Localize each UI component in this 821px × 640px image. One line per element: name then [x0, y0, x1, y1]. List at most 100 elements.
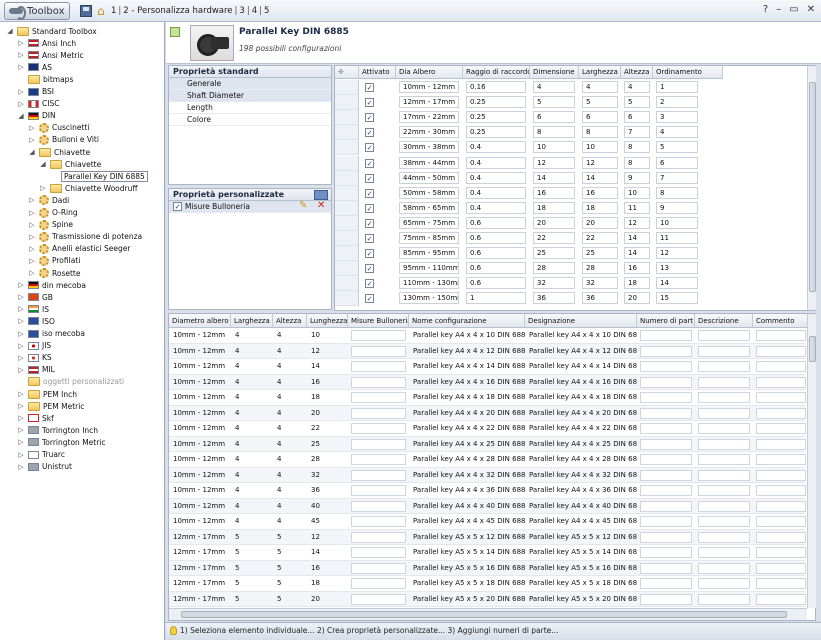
tree-item[interactable]: ▷ Cuscinetti — [28, 122, 89, 134]
config-cell[interactable]: 20 — [624, 292, 650, 305]
tree-item[interactable]: ◢ Chiavette — [28, 146, 90, 158]
config-cell[interactable]: 130mm - 150mm — [399, 292, 459, 305]
editable-cell[interactable] — [351, 376, 406, 388]
tree-toggle-icon[interactable]: ▷ — [17, 390, 25, 398]
editable-cell[interactable] — [351, 392, 406, 403]
config-row[interactable]: ✓ 17mm - 22mm 0.25 6 6 6 3 — [335, 110, 805, 126]
row-selector[interactable] — [335, 170, 359, 186]
standard-property-item[interactable]: Shaft Diameter — [169, 90, 331, 102]
config-cell[interactable]: 1 — [466, 292, 526, 305]
config-cell[interactable]: 10 — [656, 216, 698, 229]
tree-toggle-icon[interactable]: ▷ — [17, 402, 25, 410]
config-cell[interactable]: 0.25 — [466, 111, 526, 124]
editable-cell[interactable] — [640, 516, 692, 527]
results-row[interactable]: 10mm - 12mm 4 4 12 Parallel key A4 x 4 x 12 … — [169, 343, 806, 359]
config-cell[interactable]: 0.25 — [466, 126, 526, 139]
results-row[interactable]: 12mm - 17mm 5 5 14 Parallel key A5 x 5 x 14 … — [169, 545, 806, 561]
config-row[interactable]: ✓ 22mm - 30mm 0.25 8 8 7 4 — [335, 125, 805, 141]
results-row[interactable]: 10mm - 12mm 4 4 36 Parallel key A4 x 4 x 36 … — [169, 483, 806, 499]
config-cell[interactable]: 25 — [533, 247, 575, 260]
editable-cell[interactable] — [351, 330, 406, 341]
save-icon[interactable] — [80, 5, 92, 17]
results-row[interactable]: 12mm - 17mm 5 5 18 Parallel key A5 x 5 x 18 … — [169, 576, 806, 592]
tree-item[interactable]: ▷ Profilati — [28, 255, 80, 267]
editable-cell[interactable] — [698, 330, 750, 341]
config-cell[interactable]: 0.4 — [466, 171, 526, 184]
tree-toggle-icon[interactable]: ▷ — [17, 63, 25, 71]
config-cell[interactable]: 14 — [533, 171, 575, 184]
editable-cell[interactable] — [698, 562, 750, 574]
results-scrollbar[interactable] — [807, 314, 816, 608]
crumb-2[interactable]: 2 - Personalizza hardware — [122, 6, 233, 16]
config-cell[interactable]: 20 — [533, 216, 575, 229]
tree-item[interactable]: ▷ PEM Inch — [17, 388, 77, 400]
config-cell[interactable]: 12 — [582, 156, 618, 169]
config-cell[interactable]: 10 — [624, 186, 650, 199]
config-cell[interactable]: 2 — [656, 96, 698, 109]
editable-cell[interactable] — [756, 593, 806, 605]
config-active-checkbox[interactable]: ✓ — [365, 113, 374, 123]
tree-item[interactable]: ◢ Standard Toolbox — [6, 25, 97, 37]
tree-toggle-icon[interactable]: ▷ — [17, 305, 25, 313]
editable-cell[interactable] — [640, 407, 692, 419]
editable-cell[interactable] — [698, 500, 750, 512]
results-row[interactable]: 12mm - 17mm 5 5 16 Parallel key A5 x 5 x 16 … — [169, 560, 806, 576]
results-row[interactable]: 10mm - 12mm 4 4 16 Parallel key A4 x 4 x 16 … — [169, 374, 806, 390]
tree-toggle-icon[interactable]: ▷ — [17, 438, 25, 446]
editable-cell[interactable] — [698, 376, 750, 388]
tree-item[interactable]: Parallel Key DIN 6885 — [50, 170, 148, 182]
config-cell[interactable]: 6 — [656, 156, 698, 169]
results-row[interactable]: 10mm - 12mm 4 4 45 Parallel key A4 x 4 x 45 … — [169, 514, 806, 530]
tree-item[interactable]: ▷ O-Ring — [28, 207, 78, 219]
config-active-checkbox[interactable]: ✓ — [365, 173, 374, 183]
tree-item[interactable]: ◢ DIN — [17, 110, 55, 122]
config-column-header[interactable]: Raggio di raccordo — [463, 66, 530, 79]
config-column-header[interactable]: Ordinamento — [653, 66, 723, 79]
tree-item[interactable]: ▷ GB — [17, 291, 53, 303]
editable-cell[interactable] — [698, 516, 750, 527]
config-cell[interactable]: 3 — [656, 111, 698, 124]
tree-toggle-icon[interactable]: ▷ — [28, 245, 36, 253]
editable-cell[interactable] — [351, 361, 406, 372]
results-hscroll-thumb[interactable] — [181, 611, 787, 618]
editable-cell[interactable] — [640, 485, 692, 496]
results-row[interactable]: 10mm - 12mm 4 4 14 Parallel key A4 x 4 x 14 … — [169, 359, 806, 375]
editable-cell[interactable] — [756, 469, 806, 481]
config-cell[interactable]: 8 — [624, 141, 650, 154]
editable-cell[interactable] — [756, 376, 806, 388]
tree-item[interactable]: ▷ Ansi Metric — [17, 49, 83, 61]
editable-cell[interactable] — [698, 454, 750, 465]
config-cell[interactable]: 4 — [656, 126, 698, 139]
config-active-checkbox[interactable]: ✓ — [365, 218, 374, 228]
config-cell[interactable]: 0.4 — [466, 186, 526, 199]
tree-toggle-icon[interactable]: ▷ — [17, 463, 25, 471]
custom-property-checkbox[interactable]: ✓ — [173, 202, 182, 211]
editable-cell[interactable] — [698, 578, 750, 589]
editable-cell[interactable] — [640, 593, 692, 605]
config-cell[interactable]: 25 — [582, 247, 618, 260]
config-active-checkbox[interactable]: ✓ — [365, 128, 374, 138]
config-cell[interactable]: 38mm - 44mm — [399, 156, 459, 169]
config-cell[interactable]: 18 — [533, 201, 575, 214]
config-row[interactable]: ✓ 85mm - 95mm 0.6 25 25 14 12 — [335, 246, 805, 262]
config-cell[interactable]: 32 — [533, 277, 575, 290]
config-active-checkbox[interactable]: ✓ — [365, 249, 374, 259]
row-selector[interactable] — [335, 125, 359, 141]
tree-item[interactable]: ◢ Chiavette — [39, 158, 101, 170]
config-cell[interactable]: 32 — [582, 277, 618, 290]
editable-cell[interactable] — [698, 593, 750, 605]
config-cell[interactable]: 0.6 — [466, 232, 526, 244]
tree-item[interactable]: ▷ Unistrut — [17, 461, 72, 473]
config-cell[interactable]: 30mm - 38mm — [399, 141, 459, 154]
editable-cell[interactable] — [756, 454, 806, 465]
config-cell[interactable]: 10 — [582, 141, 618, 154]
editable-cell[interactable] — [756, 562, 806, 574]
tree-item[interactable]: ▷ Torrington Inch — [17, 424, 98, 436]
editable-cell[interactable] — [640, 438, 692, 450]
config-cell[interactable]: 4 — [582, 81, 618, 93]
row-selector[interactable] — [335, 231, 359, 246]
editable-cell[interactable] — [698, 531, 750, 543]
config-cell[interactable]: 0.4 — [466, 156, 526, 169]
config-cell[interactable]: 15 — [656, 292, 698, 305]
row-selector[interactable] — [335, 291, 359, 307]
